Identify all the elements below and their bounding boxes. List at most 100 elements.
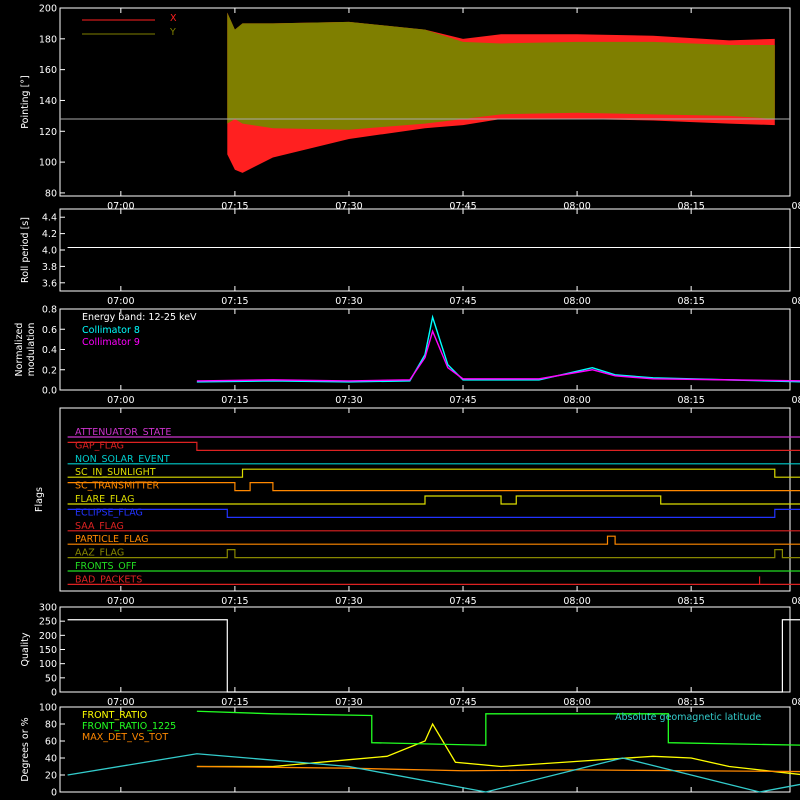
roll-ylabel: Roll period [s] <box>20 217 31 283</box>
flags-xtick-label: 07:45 <box>449 596 476 607</box>
quality-ylabel: Quality <box>20 632 31 666</box>
modulation-legend-2: Collimator 9 <box>82 337 140 348</box>
flag-line-sc_transmitter <box>67 482 800 492</box>
ratios-ytick-label: 100 <box>39 703 57 714</box>
modulation-annotation: Energy band: 12-25 keV <box>82 312 197 323</box>
roll-xtick-label: 08:15 <box>677 296 704 307</box>
pointing-ytick-label: 200 <box>39 4 57 15</box>
flag-line-bad_packets <box>67 576 800 586</box>
quality-ytick-label: 200 <box>39 631 57 642</box>
flag-label-flare_flag: FLARE_FLAG <box>75 494 135 505</box>
roll-xtick-label: 07:00 <box>107 296 134 307</box>
roll-frame <box>59 208 791 292</box>
chart-canvas: 07:00 07:15 07:30 07:45 08:00 08:15 08:30 80 100… <box>14 4 800 799</box>
pointing-band-Y <box>227 12 775 130</box>
quality-ytick-label: 100 <box>39 659 57 670</box>
modulation-ylabel: Normalized <box>14 323 25 377</box>
ratios-ylabel: Degrees or % <box>20 717 31 781</box>
flag-line-sc_in_sunlight <box>67 468 800 478</box>
modulation-xtick-label: 07:00 <box>107 395 134 406</box>
flags-xtick-label: 08:30 <box>792 596 800 607</box>
quality-ytick-label: 150 <box>39 645 57 656</box>
flag-line-gap_flag <box>67 441 800 451</box>
modulation-series-Collimator-8 <box>196 314 800 383</box>
modulation-2-ylabel: modulation <box>26 323 37 377</box>
pointing-ytick-label: 140 <box>39 96 57 107</box>
quality-ytick-label: 0 <box>51 688 57 699</box>
quality-xtick-label: 07:45 <box>449 697 476 708</box>
ratios-series-max_det_vs_tot <box>196 765 800 773</box>
flag-line-particle_flag <box>67 535 800 545</box>
flag-label-bad_packets: BAD_PACKETS <box>75 574 142 585</box>
quality-xtick-label: 08:30 <box>792 697 800 708</box>
ratios-series-absolute-geomagnetic-latitude <box>67 753 800 793</box>
roll-xtick-label: 08:00 <box>563 296 590 307</box>
pointing-ytick-label: 160 <box>39 65 57 76</box>
modulation-xtick-label: 07:15 <box>221 395 248 406</box>
quality-series <box>67 619 800 693</box>
pointing-legend-label-Y: Y <box>169 27 176 38</box>
quality-xtick-label: 08:00 <box>563 697 590 708</box>
flag-label-sc_in_sunlight: SC_IN_SUNLIGHT <box>75 467 156 478</box>
modulation-xtick-label: 07:45 <box>449 395 476 406</box>
modulation-series-Collimator-9 <box>196 329 800 382</box>
modulation-xtick-label: 08:15 <box>677 395 704 406</box>
roll-ytick-label: 4.4 <box>42 213 57 224</box>
flag-line-flare_flag <box>67 495 800 505</box>
ratios-ytick-label: 20 <box>45 771 57 782</box>
pointing-ytick-label: 80 <box>45 188 57 199</box>
pointing-xtick-label: 08:30 <box>792 201 800 212</box>
ratios-ytick-label: 0 <box>51 788 57 799</box>
modulation-xtick-label: 08:00 <box>563 395 590 406</box>
ratios-legend-latitude: Absolute geomagnetic latitude <box>615 712 761 723</box>
quality-xtick-label: 07:30 <box>335 697 362 708</box>
ratios-ytick-label: 40 <box>45 754 57 765</box>
roll-ytick-label: 3.8 <box>42 262 57 273</box>
flags-ylabel: Flags <box>34 487 45 512</box>
flags-xtick-label: 07:30 <box>335 596 362 607</box>
flag-label-attenuator_state: ATTENUATOR_STATE <box>75 427 171 438</box>
roll-xtick-label: 08:30 <box>792 296 800 307</box>
flags-xtick-label: 08:00 <box>563 596 590 607</box>
roll-ytick-label: 4.0 <box>42 246 57 257</box>
quality-ytick-label: 50 <box>45 673 57 684</box>
quality-ytick-label: 250 <box>39 617 57 628</box>
flag-line-eclipse_flag <box>67 508 800 519</box>
flag-label-saa_flag: SAA_FLAG <box>75 521 124 532</box>
roll-xtick-label: 07:30 <box>335 296 362 307</box>
flag-label-aaz_flag: AAZ_FLAG <box>75 548 124 559</box>
roll-ytick-label: 3.6 <box>42 278 57 289</box>
modulation-ytick-label: 0.6 <box>42 325 57 336</box>
modulation-xtick-label: 08:30 <box>792 395 800 406</box>
modulation-ytick-label: 0.4 <box>42 345 57 356</box>
roll-xtick-label: 07:15 <box>221 296 248 307</box>
ratios-legend-2: FRONT_RATIO_1225 <box>82 721 176 732</box>
quality-xtick-label: 08:15 <box>677 697 704 708</box>
roll-xtick-label: 07:45 <box>449 296 476 307</box>
flags-xtick-label: 08:15 <box>677 596 704 607</box>
modulation-ytick-label: 0.2 <box>42 365 57 376</box>
quality-xtick-label: 07:00 <box>107 697 134 708</box>
flag-line-aaz_flag <box>67 548 800 559</box>
flags-xtick-label: 07:00 <box>107 596 134 607</box>
ratios-legend-3: MAX_DET_VS_TOT <box>82 732 168 743</box>
modulation-ytick-label: 0.8 <box>42 305 57 316</box>
modulation-xtick-label: 07:30 <box>335 395 362 406</box>
pointing-legend-label-X: X <box>170 13 177 24</box>
pointing-ylabel: Pointing [°] <box>20 75 31 128</box>
roll-ytick-label: 4.2 <box>42 229 57 240</box>
flag-label-non_solar_event: NON_SOLAR_EVENT <box>75 454 170 465</box>
flag-label-fronts_off: FRONTS_OFF <box>75 561 137 572</box>
ratios-legend-1: FRONT_RATIO <box>82 710 147 721</box>
flags-xtick-label: 07:15 <box>221 596 248 607</box>
pointing-ytick-label: 100 <box>39 158 57 169</box>
pointing-ytick-label: 180 <box>39 34 57 45</box>
pointing-ytick-label: 120 <box>39 127 57 138</box>
ratios-ytick-label: 80 <box>45 720 57 731</box>
quality-ytick-label: 300 <box>39 603 57 614</box>
modulation-ytick-label: 0.0 <box>42 386 57 397</box>
modulation-legend-1: Collimator 8 <box>82 325 140 336</box>
ratios-ytick-label: 60 <box>45 737 57 748</box>
flag-label-particle_flag: PARTICLE_FLAG <box>75 534 148 545</box>
quality-xtick-label: 07:15 <box>221 697 248 708</box>
